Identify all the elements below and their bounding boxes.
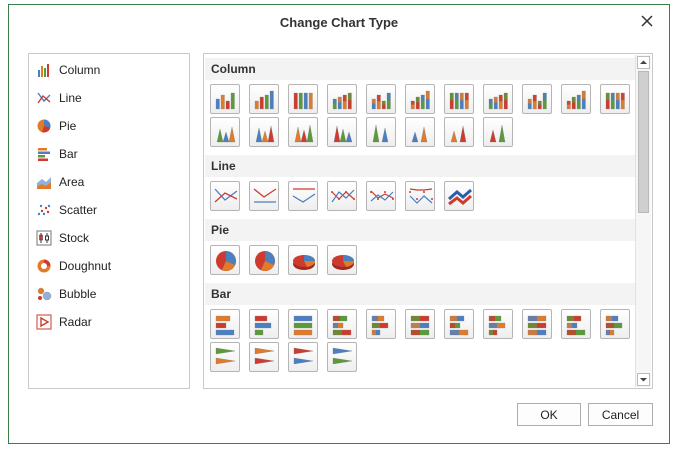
column-subtype-19-icon[interactable] <box>483 117 513 147</box>
column-subtype-9-icon[interactable] <box>522 84 552 114</box>
column-subtype-12-icon[interactable] <box>210 117 240 147</box>
column-subtype-7-icon[interactable] <box>444 84 474 114</box>
line-subtype-4-icon[interactable] <box>327 181 357 211</box>
bar-subtype-13-icon[interactable] <box>249 342 279 372</box>
column-subtype-10-icon[interactable] <box>561 84 591 114</box>
bubble-chart-icon <box>37 287 52 301</box>
chart-subtype-gallery: Column Line Pie Bar <box>203 53 653 389</box>
scroll-down-arrow-icon[interactable] <box>637 373 650 386</box>
line-subtype-2-icon[interactable] <box>249 181 279 211</box>
pie-subtype-1-icon[interactable] <box>210 245 240 275</box>
section-title: Pie <box>211 223 230 237</box>
chart-type-label: Bar <box>59 147 78 161</box>
close-icon[interactable] <box>639 13 655 29</box>
chart-type-column[interactable]: Column <box>36 59 184 81</box>
cancel-button[interactable]: Cancel <box>588 403 653 426</box>
bar-subtype-1-icon[interactable] <box>210 309 240 339</box>
section-title: Line <box>211 159 236 173</box>
column-subtype-15-icon[interactable] <box>327 117 357 147</box>
bar-chart-icon <box>38 148 50 161</box>
scrollbar-thumb[interactable] <box>638 71 649 213</box>
gallery-scrollbar[interactable] <box>635 55 651 387</box>
chart-type-bar[interactable]: Bar <box>36 143 184 165</box>
column-subtype-2-icon[interactable] <box>249 84 279 114</box>
chart-type-label: Scatter <box>59 203 98 217</box>
bar-subtype-14-icon[interactable] <box>288 342 318 372</box>
line-subtype-5-icon[interactable] <box>366 181 396 211</box>
scatter-chart-icon <box>37 204 51 216</box>
column-chart-icon <box>38 64 49 77</box>
column-subtype-6-icon[interactable] <box>405 84 435 114</box>
bar-subtype-10-icon[interactable] <box>561 309 591 339</box>
bar-subtype-3-icon[interactable] <box>288 309 318 339</box>
scroll-up-arrow-icon[interactable] <box>637 56 650 69</box>
line-subtype-3-icon[interactable] <box>288 181 318 211</box>
chart-type-list: Column Line Pie Bar Area Scatter Stock D… <box>28 53 190 389</box>
chart-type-label: Pie <box>59 119 77 133</box>
column-subtype-4-icon[interactable] <box>327 84 357 114</box>
column-subtype-18-icon[interactable] <box>444 117 474 147</box>
column-subtype-17-icon[interactable] <box>405 117 435 147</box>
bar-subtype-11-icon[interactable] <box>600 309 630 339</box>
chart-type-bubble[interactable]: Bubble <box>36 283 184 305</box>
chart-type-stock[interactable]: Stock <box>36 227 184 249</box>
radar-chart-icon <box>36 314 52 330</box>
column-subtype-16-icon[interactable] <box>366 117 396 147</box>
section-header-pie: Pie <box>205 219 635 241</box>
bar-subtype-7-icon[interactable] <box>444 309 474 339</box>
chart-type-label: Doughnut <box>59 259 112 273</box>
column-subtype-13-icon[interactable] <box>249 117 279 147</box>
chart-type-doughnut[interactable]: Doughnut <box>36 255 184 277</box>
chart-type-scatter[interactable]: Scatter <box>36 199 184 221</box>
pie-subtype-3-icon[interactable] <box>288 245 318 275</box>
section-title: Column <box>211 62 256 76</box>
bar-subtype-5-icon[interactable] <box>366 309 396 339</box>
bar-subtype-15-icon[interactable] <box>327 342 357 372</box>
line-subtype-7-icon[interactable] <box>444 181 474 211</box>
ok-button[interactable]: OK <box>517 403 581 426</box>
chart-type-label: Radar <box>59 315 92 329</box>
section-header-column: Column <box>205 58 635 80</box>
line-subtype-1-icon[interactable] <box>210 181 240 211</box>
bar-subtype-9-icon[interactable] <box>522 309 552 339</box>
area-chart-icon <box>37 177 51 189</box>
line-subtype-6-icon[interactable] <box>405 181 435 211</box>
chart-type-label: Area <box>59 175 85 189</box>
column-subtype-1-icon[interactable] <box>210 84 240 114</box>
bar-subtype-12-icon[interactable] <box>210 342 240 372</box>
column-subtype-8-icon[interactable] <box>483 84 513 114</box>
dialog-title: Change Chart Type <box>279 15 399 30</box>
chart-type-radar[interactable]: Radar <box>36 311 184 333</box>
bar-subtype-6-icon[interactable] <box>405 309 435 339</box>
column-subtype-14-icon[interactable] <box>288 117 318 147</box>
chart-type-label: Column <box>59 63 101 77</box>
section-title: Bar <box>211 287 232 301</box>
bar-subtype-8-icon[interactable] <box>483 309 513 339</box>
bar-subtype-4-icon[interactable] <box>327 309 357 339</box>
stock-chart-icon <box>36 230 52 246</box>
pie-subtype-4-icon[interactable] <box>327 245 357 275</box>
chart-type-label: Stock <box>59 231 90 245</box>
section-header-bar: Bar <box>205 283 635 305</box>
chart-type-label: Bubble <box>59 287 97 301</box>
bar-subtype-2-icon[interactable] <box>249 309 279 339</box>
chart-type-pie[interactable]: Pie <box>36 115 184 137</box>
pie-subtype-2-icon[interactable] <box>249 245 279 275</box>
chart-type-line[interactable]: Line <box>36 87 184 109</box>
pie-chart-icon <box>37 119 51 133</box>
column-subtype-3-icon[interactable] <box>288 84 318 114</box>
section-header-line: Line <box>205 155 635 177</box>
line-chart-icon <box>37 92 51 104</box>
doughnut-chart-icon <box>37 259 51 273</box>
column-subtype-5-icon[interactable] <box>366 84 396 114</box>
change-chart-type-dialog: Change Chart Type Column Line Pie Bar Ar… <box>8 4 670 444</box>
chart-type-label: Line <box>59 91 82 105</box>
column-subtype-11-icon[interactable] <box>600 84 630 114</box>
chart-type-area[interactable]: Area <box>36 171 184 193</box>
